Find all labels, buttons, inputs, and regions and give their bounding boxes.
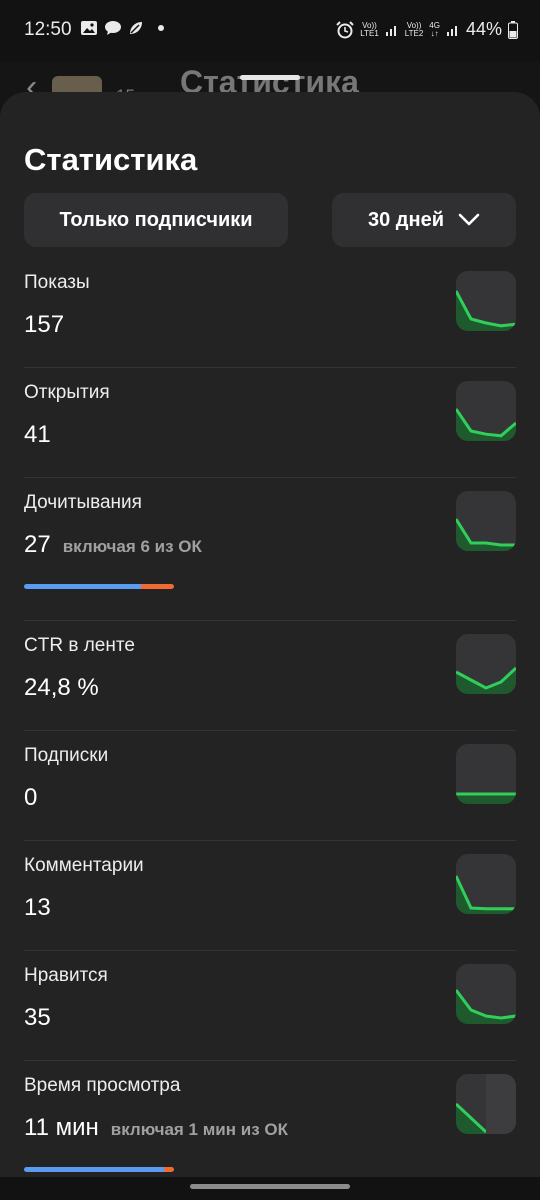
trend-sparkline <box>456 666 516 694</box>
metric-value: 27 <box>24 531 51 558</box>
metric-value: 157 <box>24 311 65 338</box>
period-filter-label: 30 дней <box>368 208 444 231</box>
metric-value: 0 <box>24 784 38 811</box>
trend-remaining-period <box>486 1074 516 1134</box>
audience-filter-button[interactable]: Только подписчики <box>24 193 288 247</box>
progress-main-segment <box>24 584 141 589</box>
metric-label: Открытия <box>24 382 110 403</box>
metric-divider <box>24 840 516 841</box>
notification-icons <box>80 20 164 36</box>
metric-divider <box>24 730 516 731</box>
trend-area <box>456 668 516 694</box>
metric-trend-chart[interactable] <box>456 854 516 914</box>
metric-label: Нравится <box>24 965 108 986</box>
metric-divider <box>24 367 516 368</box>
metric-value: 35 <box>24 1004 51 1031</box>
data-arrows-icon: ↓↑ <box>430 28 439 38</box>
metric-label: Подписки <box>24 745 109 766</box>
metric-divider <box>24 477 516 478</box>
signal-icon <box>446 25 457 36</box>
trend-area <box>456 990 516 1024</box>
trend-sparkline <box>456 1074 516 1134</box>
metric-value-line: 0 <box>24 784 37 812</box>
metric-row[interactable]: Время просмотра 11 мин включая 1 мин из ОК <box>0 1070 540 1172</box>
chat-icon <box>105 21 121 35</box>
metric-row[interactable]: Дочитывания 27 включая 6 из ОК <box>0 487 540 589</box>
more-dot-icon <box>158 25 164 31</box>
metric-row[interactable]: Подписки 0 <box>0 740 540 840</box>
metric-trend-chart[interactable] <box>456 634 516 694</box>
status-bar: 12:50 Vo)) LTE1 Vo)) LTE2 4G ↓↑ 44% <box>0 0 540 62</box>
metric-row[interactable]: CTR в ленте 24,8 % <box>0 630 540 730</box>
audience-filter-label: Только подписчики <box>59 208 253 231</box>
chevron-down-icon <box>458 213 480 226</box>
metric-row[interactable]: Комментарии 13 <box>0 850 540 950</box>
metric-value: 41 <box>24 421 51 448</box>
metric-trend-chart[interactable] <box>456 744 516 804</box>
metric-value-line: 11 мин включая 1 мин из ОК <box>24 1114 288 1142</box>
trend-sparkline <box>456 518 516 551</box>
metric-value: 11 мин <box>24 1114 99 1141</box>
metric-progress-bar <box>24 584 174 589</box>
metric-label: Показы <box>24 272 90 293</box>
volte1-indicator: Vo)) LTE1 <box>360 21 379 38</box>
sheet-drag-handle[interactable] <box>240 75 300 80</box>
sim2-label: LTE2 <box>404 28 424 38</box>
alarm-icon <box>336 20 354 38</box>
metric-label: Время просмотра <box>24 1075 181 1096</box>
statistics-sheet: Статистика Только подписчики 30 дней Пок… <box>0 92 540 1177</box>
metric-divider <box>24 1060 516 1061</box>
metric-trend-chart[interactable] <box>456 491 516 551</box>
status-time: 12:50 <box>24 19 72 40</box>
trend-sparkline <box>456 989 516 1024</box>
trend-sparkline <box>456 792 516 804</box>
metric-value-line: 13 <box>24 894 51 922</box>
battery-percent: 44% <box>465 19 502 39</box>
battery-icon <box>508 20 518 39</box>
metric-row[interactable]: Нравится 35 <box>0 960 540 1060</box>
period-filter-button[interactable]: 30 дней <box>332 193 516 247</box>
metric-trend-chart[interactable] <box>456 1074 516 1134</box>
trend-sparkline <box>456 408 516 441</box>
metric-divider <box>24 950 516 951</box>
metric-extra: включая 1 мин из ОК <box>110 1120 288 1139</box>
metric-progress-bar <box>24 1167 174 1172</box>
metric-value-line: 24,8 % <box>24 674 99 702</box>
metric-value: 24,8 % <box>24 674 99 701</box>
trend-area <box>456 409 516 441</box>
metric-extra: включая 6 из ОК <box>62 537 202 556</box>
metric-row[interactable]: Показы 157 <box>0 267 540 367</box>
metric-trend-chart[interactable] <box>456 381 516 441</box>
image-icon <box>81 21 97 35</box>
sheet-title: Статистика <box>24 142 198 177</box>
metric-divider <box>24 620 516 621</box>
metric-row[interactable]: Открытия 41 <box>0 377 540 477</box>
metric-label: Комментарии <box>24 855 144 876</box>
navigation-bar <box>0 1177 540 1200</box>
metric-value: 13 <box>24 894 51 921</box>
network-indicator: 4G ↓↑ <box>429 21 440 38</box>
trend-sparkline <box>456 875 516 914</box>
volte2-indicator: Vo)) LTE2 <box>404 21 424 38</box>
progress-ok-segment <box>141 584 174 589</box>
status-right: Vo)) LTE1 Vo)) LTE2 4G ↓↑ 44% <box>336 19 518 40</box>
metric-label: CTR в ленте <box>24 635 135 656</box>
progress-ok-segment <box>163 1167 174 1172</box>
home-gesture-pill[interactable] <box>190 1184 350 1189</box>
signal-icon <box>385 25 396 36</box>
leaf-icon <box>130 22 142 34</box>
metric-value-line: 35 <box>24 1004 51 1032</box>
metric-value-line: 157 <box>24 311 64 339</box>
metric-value-line: 41 <box>24 421 51 449</box>
metric-value-line: 27 включая 6 из ОК <box>24 531 202 559</box>
sim1-label: LTE1 <box>360 28 379 38</box>
metric-label: Дочитывания <box>24 492 142 513</box>
progress-main-segment <box>24 1167 164 1172</box>
metric-trend-chart[interactable] <box>456 964 516 1024</box>
trend-sparkline <box>456 290 516 331</box>
metric-trend-chart[interactable] <box>456 271 516 331</box>
